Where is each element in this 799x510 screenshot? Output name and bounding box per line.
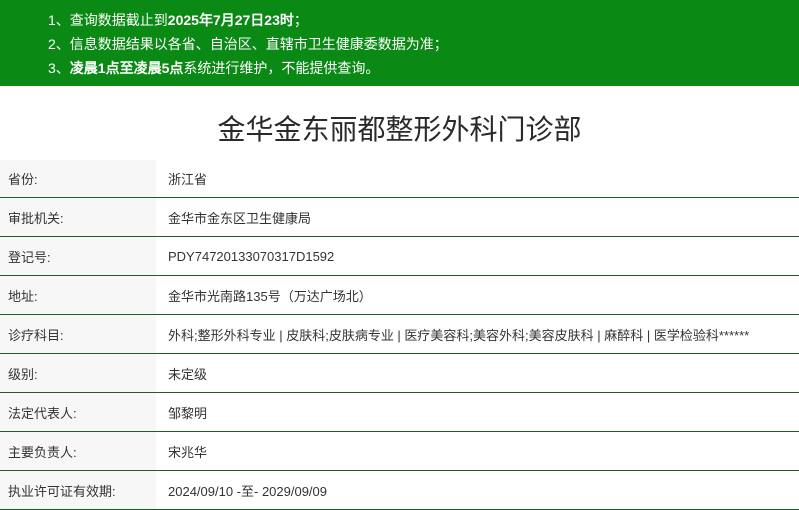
- principal-value: 宋兆华: [156, 431, 799, 471]
- level-value: 未定级: [156, 353, 799, 393]
- notice-line-2-text: 2、信息数据结果以各省、自治区、直辖市卫生健康委数据为准；: [48, 36, 448, 52]
- row-approval-authority: 审批机关: 金华市金东区卫生健康局: [0, 197, 799, 237]
- principal-label: 主要负责人:: [0, 431, 156, 471]
- notice-line-1: 1、查询数据截止到2025年7月27日23时；: [48, 8, 799, 32]
- row-legal-representative: 法定代表人: 邹黎明: [0, 392, 799, 432]
- address-value: 金华市光南路135号（万达广场北）: [156, 275, 799, 315]
- approval-authority-value: 金华市金东区卫生健康局: [156, 197, 799, 237]
- row-registration-number: 登记号: PDY74720133070317D1592: [0, 236, 799, 276]
- row-principal: 主要负责人: 宋兆华: [0, 431, 799, 471]
- level-label: 级别:: [0, 353, 156, 393]
- approval-authority-label: 审批机关:: [0, 197, 156, 237]
- row-level: 级别: 未定级: [0, 353, 799, 393]
- notice-line-1-suffix: ；: [293, 12, 308, 28]
- row-province: 省份: 浙江省: [0, 160, 799, 198]
- row-license-validity: 执业许可证有效期: 2024/09/10 -至- 2029/09/09: [0, 470, 799, 510]
- registration-number-value: PDY74720133070317D1592: [156, 236, 799, 276]
- departments-label: 诊疗科目:: [0, 314, 156, 354]
- province-label: 省份:: [0, 160, 156, 198]
- registration-number-label: 登记号:: [0, 236, 156, 276]
- row-departments: 诊疗科目: 外科;整形外科专业 | 皮肤科;皮肤病专业 | 医疗美容科;美容外科…: [0, 314, 799, 354]
- notice-banner: 1、查询数据截止到2025年7月27日23时； 2、信息数据结果以各省、自治区、…: [0, 0, 799, 86]
- notice-line-3-prefix: 3、: [48, 60, 70, 76]
- notice-line-1-date: 2025年7月27日23时: [167, 12, 294, 28]
- departments-value: 外科;整形外科专业 | 皮肤科;皮肤病专业 | 医疗美容科;美容外科;美容皮肤科…: [156, 314, 799, 354]
- page-title: 金华金东丽都整形外科门诊部: [217, 113, 582, 146]
- notice-line-2: 2、信息数据结果以各省、自治区、直辖市卫生健康委数据为准；: [48, 32, 799, 56]
- legal-representative-value: 邹黎明: [156, 392, 799, 432]
- legal-representative-label: 法定代表人:: [0, 392, 156, 432]
- notice-line-3-hours: 凌晨1点至凌晨5点: [69, 60, 184, 76]
- province-value: 浙江省: [156, 160, 799, 198]
- notice-line-1-prefix: 1、查询数据截止到: [48, 12, 168, 28]
- license-validity-value: 2024/09/10 -至- 2029/09/09: [156, 470, 799, 510]
- notice-line-3-suffix: 系统进行维护，不能提供查询。: [183, 60, 380, 76]
- address-label: 地址:: [0, 275, 156, 315]
- row-address: 地址: 金华市光南路135号（万达广场北）: [0, 275, 799, 315]
- notice-line-3: 3、凌晨1点至凌晨5点系统进行维护，不能提供查询。: [48, 56, 799, 80]
- detail-table: 省份: 浙江省 审批机关: 金华市金东区卫生健康局 登记号: PDY747201…: [0, 160, 799, 510]
- license-validity-label: 执业许可证有效期:: [0, 470, 156, 510]
